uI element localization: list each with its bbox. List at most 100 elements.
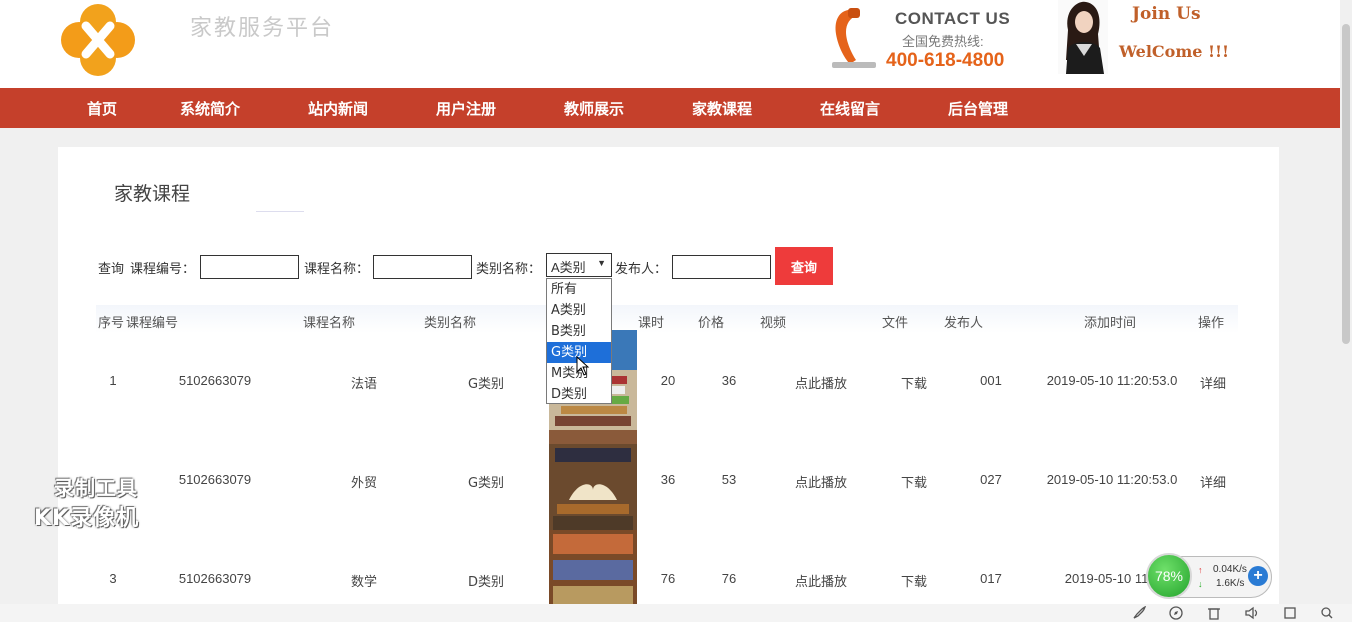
mouse-cursor-icon	[576, 356, 590, 376]
dropdown-option[interactable]: D类别	[547, 384, 611, 405]
watermark-line1: 录制工具	[54, 476, 138, 500]
th-course-name: 课程名称	[303, 316, 356, 331]
th-hours: 课时	[638, 316, 665, 331]
site-title: 家教服务平台	[190, 16, 335, 41]
download-link[interactable]: 下载	[901, 373, 927, 392]
telephone-icon	[832, 8, 876, 68]
hotline-label: 全国免费热线:	[902, 34, 984, 49]
cell-price: 36	[721, 373, 737, 388]
course-name-label: 课程名称：	[304, 262, 370, 277]
cell-publisher: 001	[980, 373, 1002, 388]
cell-course-name: 数学	[350, 575, 378, 590]
nav-item-about[interactable]: 系统简介	[180, 98, 240, 119]
cell-price: 53	[721, 472, 737, 487]
browser-status-bar	[0, 604, 1352, 622]
publisher-label: 发布人：	[615, 262, 668, 277]
scroll-thumb[interactable]	[1342, 24, 1350, 344]
nav-item-admin[interactable]: 后台管理	[948, 98, 1008, 119]
category-dropdown-list: 所有 A类别 B类别 G类别 M类别 D类别	[546, 278, 612, 404]
contact-us-label: CONTACT US	[895, 9, 1011, 28]
cell-category: G类别	[467, 377, 505, 392]
volume-icon[interactable]	[1244, 606, 1260, 620]
th-publisher: 发布人	[944, 316, 984, 331]
dropdown-option[interactable]: A类别	[547, 300, 611, 321]
nav-item-teachers[interactable]: 教师展示	[564, 98, 624, 119]
cell-time: 2019-05-10 11:2	[1064, 571, 1160, 586]
detail-link[interactable]: 详细	[1200, 373, 1226, 392]
category-label: 类别名称：	[476, 262, 542, 277]
logo-icon	[61, 4, 135, 76]
cell-course-no: 5102663079	[178, 571, 252, 586]
chevron-down-icon: ▼	[597, 258, 606, 268]
cell-index: 1	[109, 373, 117, 388]
dropdown-option[interactable]: 所有	[547, 279, 611, 300]
cell-publisher: 017	[980, 571, 1002, 586]
title-underline	[256, 211, 304, 212]
nav-item-news[interactable]: 站内新闻	[308, 98, 368, 119]
category-select-value: A类别	[551, 260, 586, 275]
cell-category: G类别	[467, 476, 505, 491]
download-speed: 1.6K/s	[1216, 578, 1245, 589]
cell-course-name: 外贸	[350, 476, 378, 491]
site-header: 家教服务平台 CONTACT US 全国免费热线: 400-618-4800 J…	[0, 0, 1352, 88]
course-no-input[interactable]	[200, 255, 299, 279]
upload-speed: 0.04K/s	[1213, 564, 1247, 575]
query-label: 查询	[98, 262, 125, 277]
nav-item-home[interactable]: 首页	[87, 98, 117, 119]
th-action: 操作	[1198, 316, 1225, 331]
query-button[interactable]: 查询	[775, 247, 833, 285]
course-no-label: 课程编号：	[130, 262, 196, 277]
rocket-icon[interactable]	[1131, 606, 1147, 620]
cell-time: 2019-05-10 11:20:53.0	[1046, 373, 1178, 388]
download-link[interactable]: 下载	[901, 472, 927, 491]
th-course-no: 课程编号	[126, 316, 179, 331]
compass-icon[interactable]	[1168, 606, 1184, 620]
cell-hours: 36	[660, 472, 676, 487]
play-video-link[interactable]: 点此播放	[795, 571, 847, 590]
cell-time: 2019-05-10 11:20:53.0	[1046, 472, 1178, 487]
detail-link[interactable]: 详细	[1200, 472, 1226, 491]
cell-publisher: 027	[980, 472, 1002, 487]
search-icon[interactable]	[1319, 606, 1335, 620]
window-icon[interactable]	[1282, 606, 1298, 620]
cell-course-no: 5102663079	[178, 373, 252, 388]
join-us-text: Join Us	[1132, 4, 1201, 24]
table-header: 序号 课程编号 课程名称 类别名称 课时 价格 视频 文件 发布人 添加时间 操…	[96, 305, 1238, 333]
th-video: 视频	[760, 316, 787, 331]
nav-item-courses[interactable]: 家教课程	[692, 98, 752, 119]
upload-arrow-icon: ↑	[1198, 565, 1203, 575]
category-select[interactable]: A类别 ▼	[546, 253, 612, 277]
cell-course-name: 法语	[350, 377, 378, 392]
avatar	[1058, 0, 1108, 74]
page-scrollbar[interactable]	[1340, 0, 1352, 604]
download-arrow-icon: ↓	[1198, 579, 1203, 589]
main-nav: 首页 系统简介 站内新闻 用户注册 教师展示 家教课程 在线留言 后台管理	[0, 88, 1340, 128]
phone-number: 400-618-4800	[886, 50, 1005, 71]
download-link[interactable]: 下载	[901, 571, 927, 590]
dropdown-option[interactable]: B类别	[547, 321, 611, 342]
cell-price: 76	[721, 571, 737, 586]
th-category: 类别名称	[424, 316, 477, 331]
th-price: 价格	[698, 316, 725, 331]
cell-category: D类别	[467, 575, 505, 590]
cell-hours: 76	[660, 571, 676, 586]
nav-item-messages[interactable]: 在线留言	[820, 98, 880, 119]
watermark-line2: KK录像机	[34, 506, 140, 531]
section-title: 家教课程	[114, 183, 191, 205]
usage-gauge[interactable]: 78%	[1146, 553, 1192, 599]
trash-icon[interactable]	[1206, 606, 1222, 620]
nav-item-register[interactable]: 用户注册	[436, 98, 496, 119]
th-time: 添加时间	[1084, 316, 1137, 331]
course-name-input[interactable]	[373, 255, 472, 279]
welcome-text: WelCome !!!	[1119, 42, 1230, 61]
th-file: 文件	[882, 316, 909, 331]
plus-icon[interactable]: +	[1248, 566, 1268, 586]
course-thumbnail	[549, 430, 637, 530]
cell-hours: 20	[660, 373, 676, 388]
play-video-link[interactable]: 点此播放	[795, 373, 847, 392]
cell-index: 3	[109, 571, 117, 586]
th-index: 序号	[98, 316, 125, 331]
publisher-input[interactable]	[672, 255, 771, 279]
content-panel: 家教课程 查询 课程编号： 课程名称： 类别名称： A类别 ▼ 发布人： 查询 …	[58, 147, 1279, 622]
play-video-link[interactable]: 点此播放	[795, 472, 847, 491]
